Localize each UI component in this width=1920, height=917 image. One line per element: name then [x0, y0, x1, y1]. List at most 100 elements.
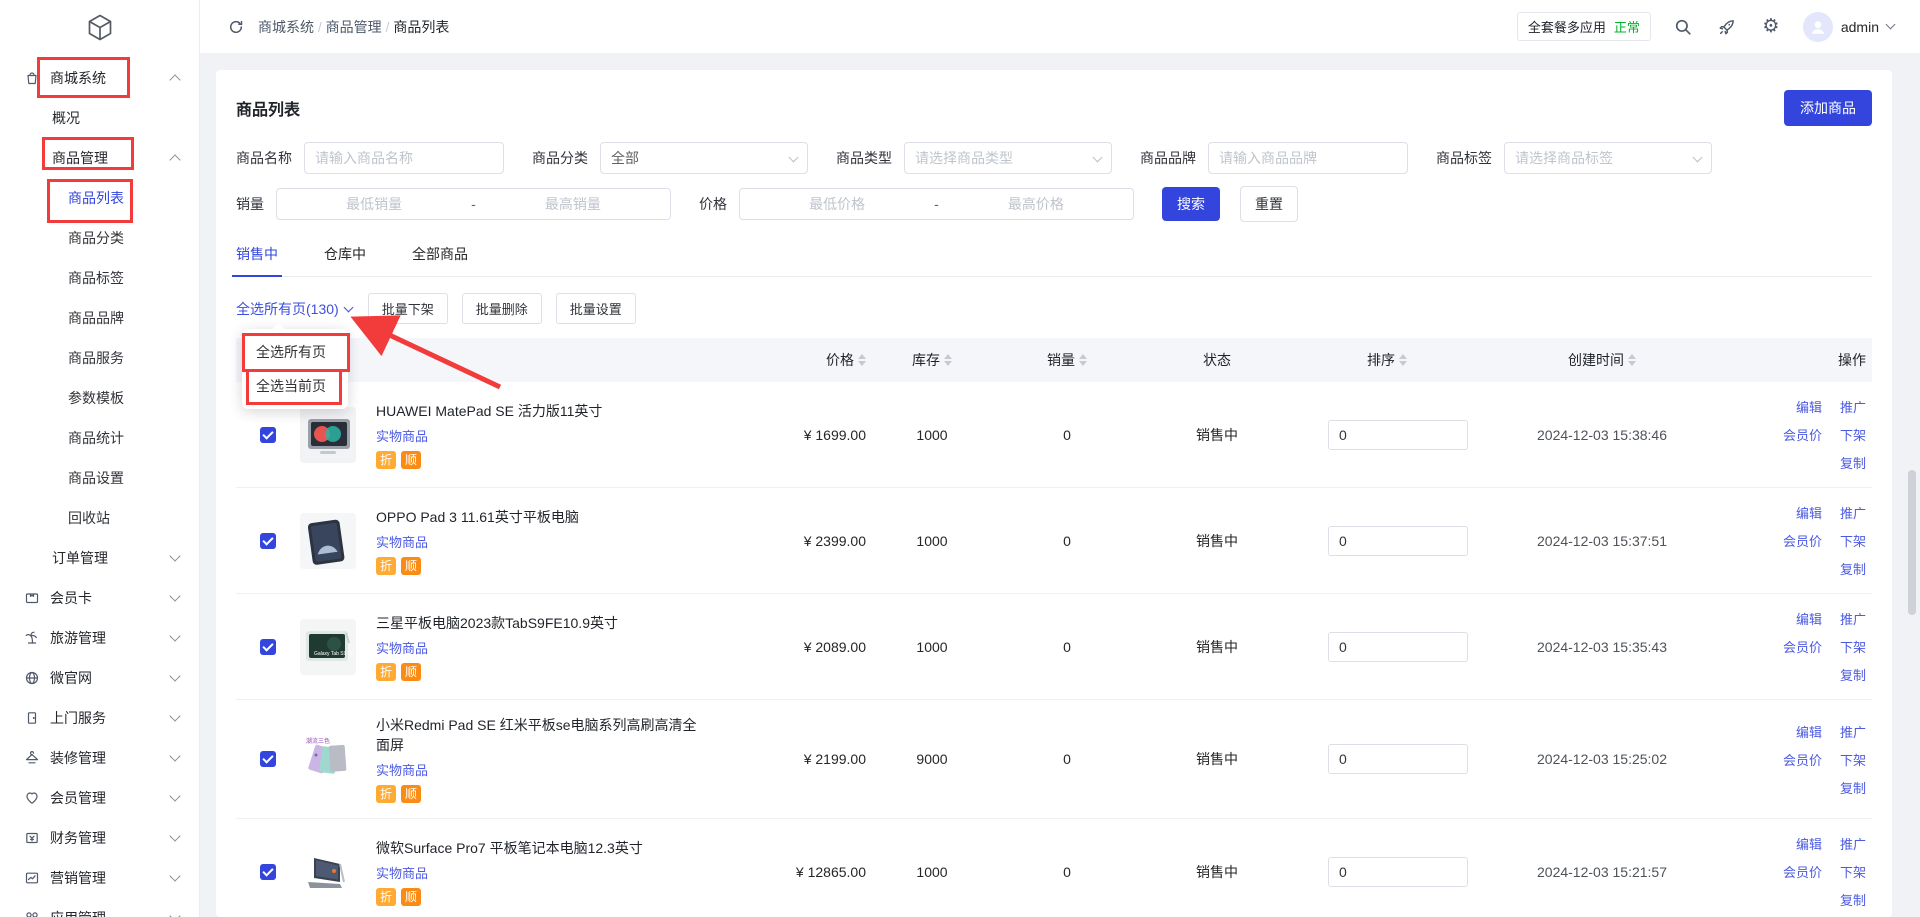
action-link-下架[interactable]: 下架: [1840, 425, 1866, 444]
batch-button-2[interactable]: 批量设置: [556, 293, 636, 324]
sort-icon[interactable]: [944, 354, 952, 366]
column-header-价格[interactable]: 价格: [772, 350, 872, 370]
tag-select[interactable]: 请选择商品标签: [1504, 142, 1712, 174]
action-link-下架[interactable]: 下架: [1840, 750, 1866, 769]
breadcrumb-item[interactable]: 商城系统: [258, 19, 314, 35]
sidebar-item-1[interactable]: 概况: [0, 98, 199, 138]
action-link-下架[interactable]: 下架: [1840, 531, 1866, 550]
row-checkbox[interactable]: [260, 427, 276, 443]
sort-icon[interactable]: [1079, 354, 1087, 366]
app-logo[interactable]: [0, 0, 199, 58]
sort-icon[interactable]: [1628, 354, 1636, 366]
sidebar-item-10[interactable]: 商品设置: [0, 458, 199, 498]
column-header-排序[interactable]: 排序: [1292, 350, 1482, 370]
dropdown-item-1[interactable]: 全选当前页: [242, 369, 348, 403]
action-link-复制[interactable]: 复制: [1840, 453, 1866, 472]
sidebar-item-12[interactable]: 订单管理: [0, 538, 199, 578]
batch-button-1[interactable]: 批量删除: [462, 293, 542, 324]
action-link-编辑[interactable]: 编辑: [1783, 834, 1822, 853]
column-header-创建时间[interactable]: 创建时间: [1482, 350, 1722, 370]
action-link-推广[interactable]: 推广: [1840, 397, 1866, 416]
row-checkbox[interactable]: [260, 751, 276, 767]
sidebar-item-20[interactable]: 营销管理: [0, 858, 199, 898]
add-product-button[interactable]: 添加商品: [1784, 90, 1872, 126]
sidebar-item-4[interactable]: 商品分类: [0, 218, 199, 258]
column-header-销量[interactable]: 销量: [992, 350, 1142, 370]
sidebar-item-16[interactable]: 上门服务: [0, 698, 199, 738]
action-link-下架[interactable]: 下架: [1840, 637, 1866, 656]
row-checkbox[interactable]: [260, 864, 276, 880]
action-link-编辑[interactable]: 编辑: [1783, 397, 1822, 416]
refresh-icon[interactable]: [224, 15, 248, 39]
dropdown-item-0[interactable]: 全选所有页: [242, 335, 348, 369]
action-link-复制[interactable]: 复制: [1840, 559, 1866, 578]
breadcrumb-item[interactable]: 商品列表: [393, 19, 449, 35]
product-name-input[interactable]: [304, 142, 504, 174]
row-checkbox[interactable]: [260, 533, 276, 549]
gear-icon[interactable]: ⚙: [1759, 15, 1783, 39]
sidebar-item-14[interactable]: 旅游管理: [0, 618, 199, 658]
action-link-推广[interactable]: 推广: [1840, 722, 1866, 741]
sidebar-item-6[interactable]: 商品品牌: [0, 298, 199, 338]
sidebar-item-7[interactable]: 商品服务: [0, 338, 199, 378]
sidebar-item-11[interactable]: 回收站: [0, 498, 199, 538]
product-type-link[interactable]: 实物商品: [376, 532, 772, 551]
sort-input[interactable]: [1328, 632, 1468, 662]
select-all-dropdown-trigger[interactable]: 全选所有页(130) 全选所有页全选当前页: [236, 299, 352, 319]
sidebar-item-9[interactable]: 商品统计: [0, 418, 199, 458]
batch-button-0[interactable]: 批量下架: [368, 293, 448, 324]
sort-input[interactable]: [1328, 526, 1468, 556]
sidebar-item-21[interactable]: 应用管理: [0, 898, 199, 917]
action-link-推广[interactable]: 推广: [1840, 503, 1866, 522]
sort-icon[interactable]: [858, 354, 866, 366]
brand-input[interactable]: [1208, 142, 1408, 174]
action-link-会员价[interactable]: 会员价: [1783, 862, 1822, 881]
row-checkbox[interactable]: [260, 639, 276, 655]
rocket-icon[interactable]: [1715, 15, 1739, 39]
action-link-下架[interactable]: 下架: [1840, 862, 1866, 881]
reset-button[interactable]: 重置: [1240, 186, 1298, 222]
user-menu[interactable]: admin: [1803, 12, 1894, 42]
type-select[interactable]: 请选择商品类型: [904, 142, 1112, 174]
sidebar-item-0[interactable]: 商城系统: [0, 58, 199, 98]
sort-input[interactable]: [1328, 857, 1468, 887]
category-select[interactable]: 全部: [600, 142, 808, 174]
sidebar-item-8[interactable]: 参数模板: [0, 378, 199, 418]
column-header-库存[interactable]: 库存: [872, 350, 992, 370]
tab-销售中[interactable]: 销售中: [236, 244, 278, 276]
action-link-会员价[interactable]: 会员价: [1783, 425, 1822, 444]
action-link-复制[interactable]: 复制: [1840, 665, 1866, 684]
action-link-会员价[interactable]: 会员价: [1783, 531, 1822, 550]
action-link-编辑[interactable]: 编辑: [1783, 503, 1822, 522]
sidebar-item-15[interactable]: 微官网: [0, 658, 199, 698]
sidebar-item-5[interactable]: 商品标签: [0, 258, 199, 298]
sales-range-input[interactable]: 最低销量 - 最高销量: [276, 188, 671, 220]
search-icon[interactable]: [1671, 15, 1695, 39]
sort-input[interactable]: [1328, 744, 1468, 774]
action-link-推广[interactable]: 推广: [1840, 834, 1866, 853]
action-link-复制[interactable]: 复制: [1840, 778, 1866, 797]
sort-icon[interactable]: [1399, 354, 1407, 366]
sidebar-item-19[interactable]: 财务管理: [0, 818, 199, 858]
price-range-input[interactable]: 最低价格 - 最高价格: [739, 188, 1134, 220]
product-type-link[interactable]: 实物商品: [376, 638, 772, 657]
action-link-复制[interactable]: 复制: [1840, 890, 1866, 909]
action-link-推广[interactable]: 推广: [1840, 609, 1866, 628]
sidebar-item-18[interactable]: 会员管理: [0, 778, 199, 818]
sidebar-item-17[interactable]: 装修管理: [0, 738, 199, 778]
action-link-编辑[interactable]: 编辑: [1783, 609, 1822, 628]
sidebar-item-2[interactable]: 商品管理: [0, 138, 199, 178]
tab-全部商品[interactable]: 全部商品: [412, 244, 468, 276]
product-type-link[interactable]: 实物商品: [376, 760, 772, 779]
sidebar-item-3[interactable]: 商品列表: [0, 178, 199, 218]
action-link-会员价[interactable]: 会员价: [1783, 637, 1822, 656]
tab-仓库中[interactable]: 仓库中: [324, 244, 366, 276]
scrollbar-thumb[interactable]: [1908, 470, 1916, 615]
product-type-link[interactable]: 实物商品: [376, 863, 772, 882]
breadcrumb-item[interactable]: 商品管理: [326, 19, 382, 35]
action-link-编辑[interactable]: 编辑: [1783, 722, 1822, 741]
search-button[interactable]: 搜索: [1162, 187, 1220, 221]
sidebar-item-13[interactable]: 会员卡: [0, 578, 199, 618]
product-type-link[interactable]: 实物商品: [376, 426, 772, 445]
action-link-会员价[interactable]: 会员价: [1783, 750, 1822, 769]
